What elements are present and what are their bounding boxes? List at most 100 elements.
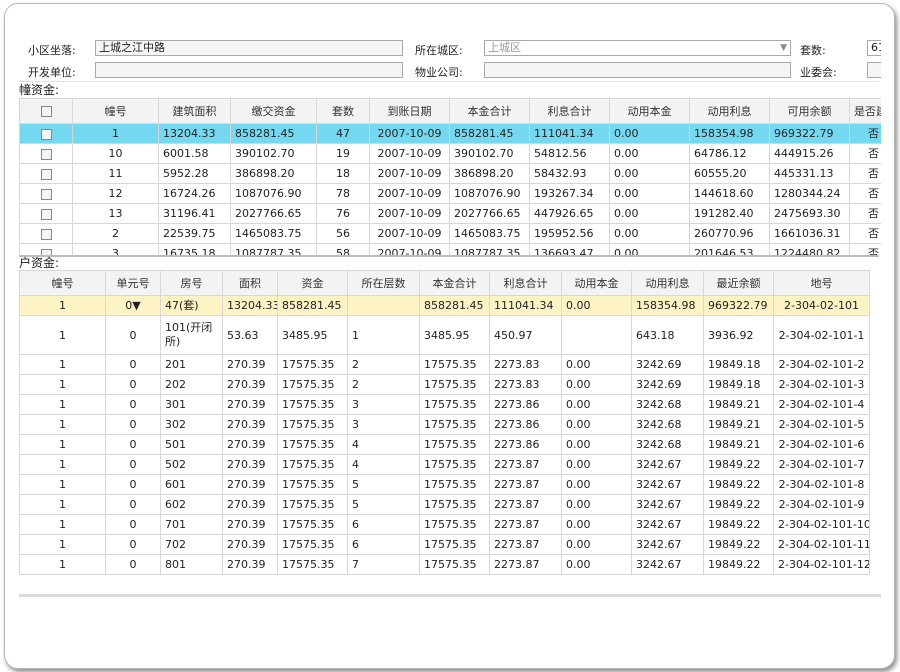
row-checkbox[interactable] — [40, 188, 52, 200]
building-col-header[interactable]: 是否建幢到 — [849, 98, 881, 124]
household-row[interactable]: 1 0 601 270.39 17575.35 5 17575.35 2273.87 0.00 3… — [19, 474, 870, 495]
household-col-header[interactable]: 房号 — [160, 270, 223, 296]
building-cell: 47 — [316, 123, 370, 144]
row-select-cell[interactable] — [19, 123, 73, 144]
building-col-header[interactable]: 套数 — [316, 98, 370, 124]
building-row[interactable]: 1 13204.33 858281.45 47 2007-10-09 858281.45 1… — [19, 123, 881, 144]
household-row[interactable]: 1 0 501 270.39 17575.35 4 17575.35 2273.86 0.00 3… — [19, 434, 870, 455]
household-cell[interactable]: 0 — [105, 434, 161, 455]
building-row[interactable]: 2 22539.75 1465083.75 56 2007-10-09 1465083.7… — [19, 223, 881, 244]
household-cell: 2-304-02-101-12 — [773, 554, 870, 575]
household-col-header[interactable]: 动用利息 — [631, 270, 704, 296]
row-checkbox[interactable] — [40, 128, 52, 140]
household-cell[interactable]: 0 — [105, 534, 161, 555]
select-all-header[interactable] — [19, 98, 73, 124]
household-row[interactable]: 1 0 701 270.39 17575.35 6 17575.35 2273.87 0.00 3… — [19, 514, 870, 535]
household-col-header[interactable]: 幢号 — [19, 270, 106, 296]
household-col-header[interactable]: 最近余额 — [703, 270, 774, 296]
building-row[interactable]: 3 16735.18 1087787.35 58 2007-10-09 1087787.3… — [19, 243, 881, 255]
household-cell[interactable]: 0 — [105, 414, 161, 435]
household-cell[interactable]: 0 — [105, 394, 161, 415]
household-cell: 702 — [160, 534, 223, 555]
building-cell: 1087076.90 — [449, 183, 530, 204]
building-row[interactable]: 11 5952.28 386898.20 18 2007-10-09 386898.20 5… — [19, 163, 881, 184]
household-row[interactable]: 1 0 702 270.39 17575.35 6 17575.35 2273.87 0.00 3… — [19, 534, 870, 555]
row-checkbox[interactable] — [40, 208, 52, 220]
district-select[interactable]: 上城区 ▼ — [484, 40, 791, 56]
units-field[interactable]: 611 — [867, 40, 881, 56]
household-row[interactable]: 1 0 602 270.39 17575.35 5 17575.35 2273.87 0.00 3… — [19, 494, 870, 515]
developer-field[interactable] — [95, 62, 403, 78]
building-col-header[interactable]: 可用余额 — [769, 98, 850, 124]
household-row[interactable]: 1 0 502 270.39 17575.35 4 17575.35 2273.87 0.00 3… — [19, 454, 870, 475]
building-col-header[interactable]: 缴交资金 — [230, 98, 317, 124]
household-cell: 2-304-02-101-10 — [773, 514, 870, 535]
household-row[interactable]: 1 0 302 270.39 17575.35 3 17575.35 2273.86 0.00 3… — [19, 414, 870, 435]
select-all-checkbox[interactable] — [40, 106, 52, 117]
household-cell: 1 — [347, 315, 420, 355]
chevron-down-icon[interactable]: ▼ — [780, 41, 787, 55]
building-cell: 0.00 — [609, 123, 690, 144]
row-select-cell[interactable] — [19, 203, 73, 224]
building-row[interactable]: 10 6001.58 390102.70 19 2007-10-09 390102.70 5… — [19, 143, 881, 164]
household-cell[interactable]: 0 — [105, 494, 161, 515]
household-cell[interactable]: 0▼ — [105, 295, 161, 316]
household-row[interactable]: 1 0▼ 47(套) 13204.33 858281.45 858281.45 111041… — [19, 295, 870, 316]
household-col-header[interactable]: 单元号 — [105, 270, 161, 296]
household-cell[interactable]: 0 — [105, 474, 161, 495]
building-col-header[interactable]: 建筑面积 — [158, 98, 231, 124]
district-value: 上城区 — [488, 41, 521, 54]
household-cell[interactable]: 0 — [105, 315, 161, 355]
row-select-cell[interactable] — [19, 143, 73, 164]
row-checkbox[interactable] — [40, 228, 52, 240]
household-col-header[interactable]: 本金合计 — [419, 270, 490, 296]
household-cell[interactable]: 0 — [105, 354, 161, 375]
building-cell: 否 — [849, 143, 881, 164]
building-col-header[interactable]: 利息合计 — [529, 98, 610, 124]
building-grid: 幢号建筑面积缴交资金套数到账日期本金合计利息合计动用本金动用利息可用余额是否建幢… — [19, 98, 881, 255]
building-row[interactable]: 13 31196.41 2027766.65 76 2007-10-09 2027766.… — [19, 203, 881, 224]
building-row[interactable]: 12 16724.26 1087076.90 78 2007-10-09 1087076.… — [19, 183, 881, 204]
building-col-header[interactable]: 本金合计 — [449, 98, 530, 124]
household-cell[interactable]: 0 — [105, 374, 161, 395]
building-cell: 193267.34 — [529, 183, 610, 204]
household-cell: 0.00 — [561, 374, 632, 395]
household-cell: 17575.35 — [419, 554, 490, 575]
property-field[interactable] — [484, 62, 791, 78]
splitter[interactable] — [19, 255, 879, 257]
household-cell[interactable]: 0 — [105, 454, 161, 475]
household-row[interactable]: 1 0 202 270.39 17575.35 2 17575.35 2273.83 0.00 3… — [19, 374, 870, 395]
household-col-header[interactable]: 动用本金 — [561, 270, 632, 296]
row-select-cell[interactable] — [19, 223, 73, 244]
household-row[interactable]: 1 0 301 270.39 17575.35 3 17575.35 2273.86 0.00 3… — [19, 394, 870, 415]
household-cell: 158354.98 — [631, 295, 704, 316]
building-cell: 1087076.90 — [230, 183, 317, 204]
building-col-header[interactable]: 到账日期 — [369, 98, 450, 124]
row-checkbox[interactable] — [40, 148, 52, 160]
household-cell: 17575.35 — [277, 394, 348, 415]
household-col-header[interactable]: 所在层数 — [347, 270, 420, 296]
building-col-header[interactable]: 动用利息 — [689, 98, 770, 124]
household-row[interactable]: 1 0 201 270.39 17575.35 2 17575.35 2273.83 0.00 3… — [19, 354, 870, 375]
building-col-header[interactable]: 幢号 — [72, 98, 159, 124]
building-col-header[interactable]: 动用本金 — [609, 98, 690, 124]
building-cell: 0.00 — [609, 243, 690, 255]
row-select-cell[interactable] — [19, 163, 73, 184]
building-cell: 5952.28 — [158, 163, 231, 184]
community-field[interactable]: 上城之江中路 — [95, 40, 403, 56]
household-col-header[interactable]: 利息合计 — [489, 270, 562, 296]
building-cell: 2 — [72, 223, 159, 244]
row-select-cell[interactable] — [19, 183, 73, 204]
household-row[interactable]: 1 0 801 270.39 17575.35 7 17575.35 2273.87 0.00 3… — [19, 554, 870, 575]
household-cell: 19849.21 — [703, 394, 774, 415]
household-col-header[interactable]: 资金 — [277, 270, 348, 296]
committee-field[interactable] — [867, 62, 881, 78]
household-col-header[interactable]: 面积 — [222, 270, 278, 296]
household-cell: 2-304-02-101-5 — [773, 414, 870, 435]
household-row[interactable]: 1 0 101(开闭所) 53.63 3485.95 1 3485.95 450.97 643.… — [19, 315, 870, 355]
row-checkbox[interactable] — [40, 168, 52, 180]
household-col-header[interactable]: 地号 — [773, 270, 870, 296]
household-cell[interactable]: 0 — [105, 514, 161, 535]
household-cell[interactable]: 0 — [105, 554, 161, 575]
row-select-cell[interactable] — [19, 243, 73, 255]
